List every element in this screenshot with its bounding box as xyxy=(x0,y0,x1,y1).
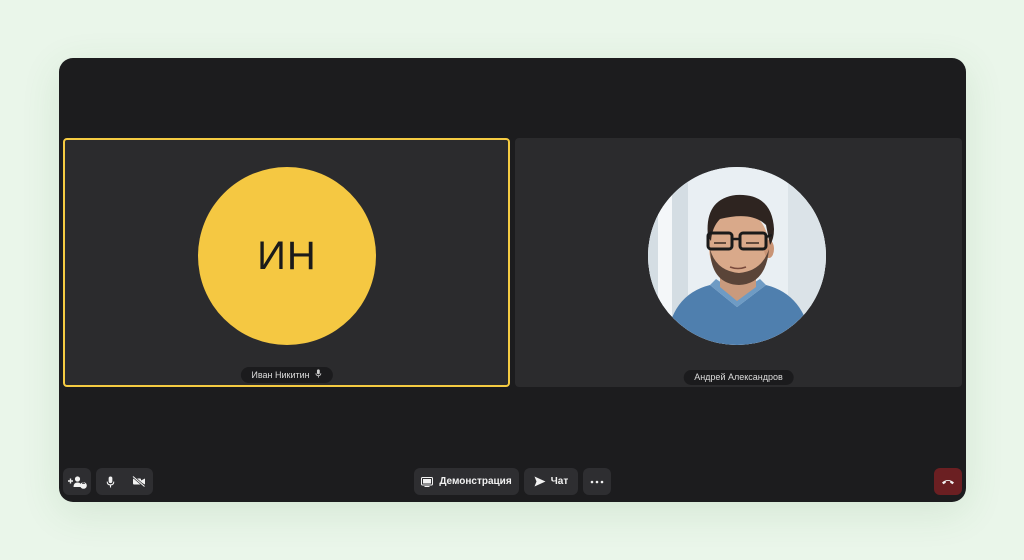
end-call-button[interactable] xyxy=(934,468,962,495)
microphone-button[interactable] xyxy=(97,476,125,488)
participant-name-badge: Андрей Александров xyxy=(683,370,794,385)
participant-name: Андрей Александров xyxy=(694,372,783,382)
participants-count: 2 xyxy=(82,480,86,486)
microphone-icon xyxy=(315,369,322,381)
microphone-icon xyxy=(106,476,115,488)
participant-name-badge: Иван Никитин xyxy=(240,367,333,383)
participant-tile-andrey[interactable]: Андрей Александров xyxy=(515,138,962,387)
end-call-icon xyxy=(941,478,955,485)
camera-button[interactable] xyxy=(125,476,153,487)
camera-off-icon xyxy=(131,476,146,487)
chat-label: Чат xyxy=(550,476,569,487)
call-window: ИН Иван Никитин Андрей Александров 2 Дем… xyxy=(59,58,966,502)
media-controls-group xyxy=(96,468,153,495)
chat-button[interactable]: Чат xyxy=(524,468,578,495)
add-participant-button[interactable]: 2 xyxy=(63,468,91,495)
participant-name: Иван Никитин xyxy=(251,369,310,380)
avatar-initials: ИН xyxy=(198,167,376,345)
screen-share-button[interactable]: Демонстрация xyxy=(414,468,519,495)
chat-send-icon xyxy=(534,476,546,487)
more-button[interactable] xyxy=(583,468,611,495)
screen-share-icon xyxy=(421,476,434,487)
screen-share-label: Демонстрация xyxy=(439,476,512,487)
more-icon xyxy=(590,480,604,484)
avatar-photo xyxy=(648,167,826,345)
participant-tile-ivan[interactable]: ИН Иван Никитин xyxy=(63,138,510,387)
avatar-initials-text: ИН xyxy=(257,233,317,278)
